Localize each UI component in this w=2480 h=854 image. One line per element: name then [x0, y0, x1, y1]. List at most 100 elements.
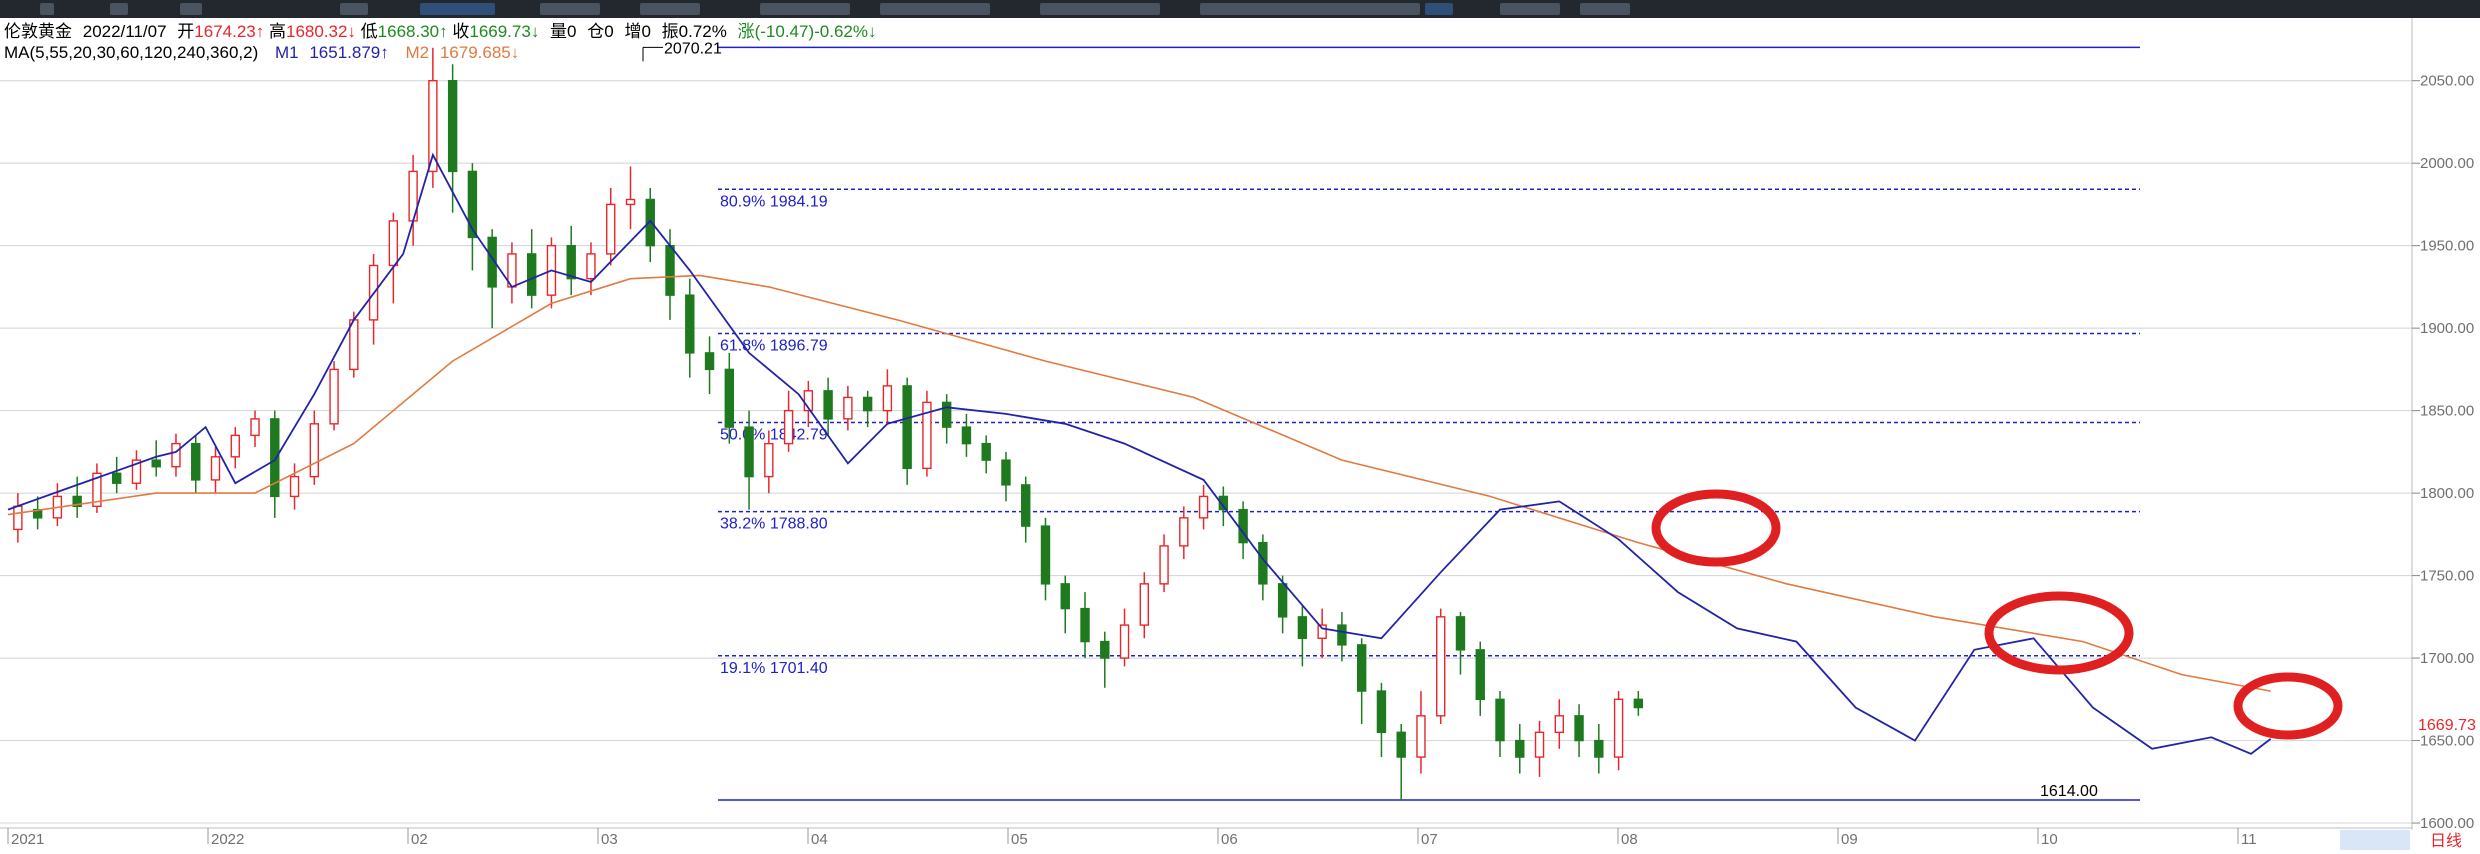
fib-level-label: 38.2% 1788.80	[720, 516, 828, 533]
candle-body	[13, 505, 23, 531]
candle-body	[447, 79, 458, 173]
fib-low-label: 1614.00	[2040, 783, 2098, 800]
candle-body	[1119, 624, 1130, 659]
candle-body	[1515, 739, 1525, 758]
candle-body	[685, 294, 695, 354]
candle-body	[882, 385, 893, 412]
candle-body	[1198, 495, 1209, 519]
candle-body	[1356, 644, 1367, 692]
y-tick-label: 1650.00	[2420, 733, 2474, 750]
candle-body	[744, 426, 754, 478]
candle	[329, 361, 339, 431]
candle-body	[1495, 698, 1505, 742]
candle-body	[764, 442, 774, 478]
volume-value: 量0	[550, 22, 576, 41]
candle-body	[1436, 616, 1446, 717]
high-arrow: ↓	[347, 22, 356, 41]
candle-body	[1574, 715, 1584, 742]
x-tick-label: 2021	[11, 831, 44, 848]
candle-body	[1100, 640, 1110, 659]
candle-body	[1080, 607, 1090, 643]
fib-level-label: 80.9% 1984.19	[720, 193, 828, 210]
candle-body	[1060, 583, 1070, 610]
candle-body	[349, 319, 359, 371]
candle	[902, 377, 912, 485]
y-tick-label: 2000.00	[2420, 155, 2474, 172]
x-tick-label: 07	[1421, 831, 1438, 848]
x-tick-label: 11	[2241, 831, 2257, 848]
candle-body	[1633, 698, 1644, 709]
x-tick-label: 06	[1221, 831, 1238, 848]
candle-body	[843, 396, 853, 420]
candle-body	[1613, 698, 1624, 758]
y-tick-label: 1800.00	[2420, 485, 2474, 502]
candle-body	[1040, 525, 1051, 585]
fib-high-label: 2070.21	[664, 40, 722, 57]
close-arrow: ↓	[531, 22, 540, 41]
candle-body	[289, 475, 300, 498]
candle-body	[665, 244, 675, 296]
candle-body	[309, 423, 320, 478]
candle-body	[1376, 690, 1387, 734]
candle-body	[724, 368, 735, 428]
candle-body	[941, 401, 952, 428]
m2-label: M2	[405, 43, 429, 62]
candle-body	[625, 198, 636, 206]
y-tick-label: 1950.00	[2420, 238, 2474, 255]
x-tick-label: 04	[811, 831, 828, 848]
y-tick-label: 1750.00	[2420, 568, 2474, 585]
candle-body	[1475, 649, 1485, 701]
candle-body	[566, 244, 576, 280]
candle-body	[1554, 715, 1564, 734]
period-label[interactable]: 日线	[2430, 832, 2462, 850]
candle-body	[250, 418, 260, 437]
candle-body	[526, 253, 537, 296]
m2-value: 1679.685	[440, 43, 511, 62]
scroll-indicator[interactable]	[2340, 830, 2410, 850]
amplitude-value: 振0.72%	[662, 22, 727, 41]
header-line-1: 伦敦黄金 2022/11/07 开1674.23↑ 高1680.32↓ 低166…	[4, 22, 876, 41]
m1-arrow: ↑	[380, 43, 389, 62]
candle-body	[1277, 583, 1288, 618]
open-arrow: ↑	[256, 22, 265, 41]
m1-value: 1651.879	[309, 43, 380, 62]
candle-body	[1337, 624, 1347, 646]
open-value: 1674.23	[194, 22, 255, 41]
candle	[1436, 608, 1446, 725]
candle-body	[151, 459, 161, 468]
fib-level-label: 19.1% 1701.40	[720, 660, 828, 677]
low-arrow: ↑	[439, 22, 448, 41]
candle-body	[704, 352, 715, 371]
m1-label: M1	[275, 43, 299, 62]
candle-body	[1594, 739, 1604, 758]
bar-date: 2022/11/07	[83, 22, 167, 41]
close-label: 收	[452, 22, 469, 41]
x-tick-label: 02	[411, 831, 428, 848]
low-label: 低	[361, 22, 378, 41]
x-tick-label: 09	[1841, 831, 1858, 848]
ma-params: MA(5,55,20,30,60,120,240,360,2)	[4, 43, 258, 62]
candle-body	[606, 203, 616, 255]
candle-body	[171, 442, 181, 468]
y-tick-label: 1600.00	[2420, 815, 2474, 832]
candle-body	[1139, 583, 1149, 626]
candle-body	[388, 220, 399, 267]
fib-level-label: 61.8% 1896.79	[720, 337, 828, 354]
candle-body	[862, 396, 873, 412]
candle-body	[329, 368, 339, 425]
header-line-2: MA(5,55,20,30,60,120,240,360,2) M1 1651.…	[4, 43, 519, 62]
candle-body	[1534, 731, 1545, 758]
high-label: 高	[269, 22, 286, 41]
candle-body	[1396, 731, 1406, 758]
candle-body	[1159, 545, 1169, 585]
close-value: 1669.73	[469, 22, 530, 41]
x-tick-label: 08	[1621, 831, 1638, 848]
high-value: 1680.32	[286, 22, 347, 41]
candle-body	[1416, 715, 1426, 758]
current-price-label: 1669.73	[2418, 717, 2476, 734]
open-label: 开	[177, 22, 194, 41]
candle-body	[1001, 459, 1011, 486]
y-tick-label: 2050.00	[2420, 73, 2474, 90]
candle-body	[1455, 616, 1466, 651]
candle-body	[586, 253, 596, 280]
